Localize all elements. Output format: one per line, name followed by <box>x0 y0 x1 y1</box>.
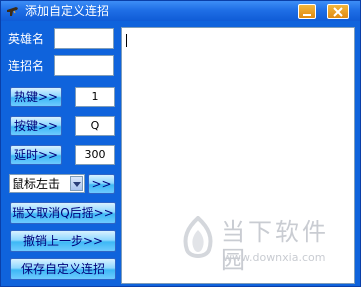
save-combo-button[interactable]: 保存自定义连招 <box>10 258 116 280</box>
add-mouse-action-button[interactable]: >> <box>88 174 115 194</box>
watermark-url: www.downxia.com <box>223 251 326 264</box>
delay-button[interactable]: 延时>> <box>10 145 62 165</box>
key-field[interactable]: Q <box>75 116 115 136</box>
chevron-down-icon <box>73 182 81 187</box>
minimize-icon <box>303 14 311 16</box>
combo-name-label: 连招名 <box>8 59 45 73</box>
gun-icon <box>7 7 18 16</box>
close-button[interactable] <box>327 4 349 19</box>
key-button[interactable]: 按键>> <box>10 116 62 136</box>
undo-button[interactable]: 撤销上一步>> <box>10 230 116 252</box>
title-bar[interactable]: 添加自定义连招 <box>1 1 360 21</box>
cancel-swing-button[interactable]: 瑞文取消Q后摇>> <box>10 202 116 224</box>
watermark: 当下软件园 www.downxia.com <box>177 210 352 280</box>
client-area: 英雄名 连招名 热键>> 1 按键>> Q 延时>> 300 鼠标左击 >> 瑞… <box>4 21 357 285</box>
window-title: 添加自定义连招 <box>25 4 110 18</box>
delay-field[interactable]: 300 <box>75 145 115 165</box>
watermark-text: 当下软件园 <box>221 218 329 274</box>
hotkey-field[interactable]: 1 <box>75 87 115 107</box>
mouse-action-select[interactable]: 鼠标左击 <box>9 174 85 193</box>
combo-editor-window: 添加自定义连招 英雄名 连招名 热键>> 1 按键>> Q 延时>> 300 鼠… <box>0 0 361 287</box>
watermark-logo-icon <box>183 216 213 258</box>
mouse-action-value: 鼠标左击 <box>12 177 61 191</box>
hero-name-field[interactable] <box>54 28 114 49</box>
dropdown-arrow[interactable] <box>70 176 83 191</box>
hotkey-button[interactable]: 热键>> <box>10 87 62 107</box>
combo-script-editor[interactable]: 当下软件园 www.downxia.com <box>121 27 355 284</box>
hero-name-label: 英雄名 <box>8 32 45 46</box>
combo-name-field[interactable] <box>54 55 114 76</box>
close-icon <box>333 7 343 17</box>
minimize-button[interactable] <box>298 4 316 19</box>
text-caret <box>126 34 127 47</box>
